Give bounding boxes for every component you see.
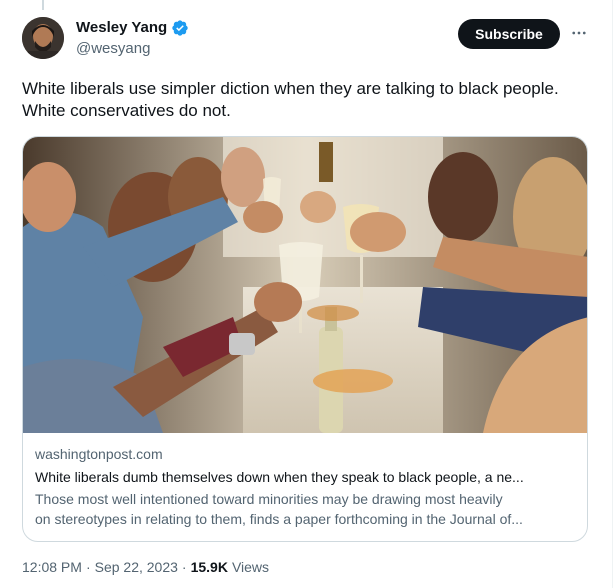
author-info: Wesley Yang @wesyang <box>76 19 189 58</box>
views-label: Views <box>231 559 270 575</box>
card-description: Those most well intentioned toward minor… <box>35 489 575 529</box>
tweet-text-line: White conservatives do not. <box>22 101 231 120</box>
card-description-line: on stereotypes in relating to them, find… <box>35 511 523 527</box>
avatar[interactable] <box>22 17 64 59</box>
card-description-line: Those most well intentioned toward minor… <box>35 491 503 507</box>
card-domain: washingtonpost.com <box>35 446 163 462</box>
meta-separator: · <box>181 559 187 575</box>
card-title: White liberals dumb themselves down when… <box>35 469 524 485</box>
tweet-time[interactable]: 12:08 PM <box>22 558 82 576</box>
subscribe-button[interactable]: Subscribe <box>458 19 560 49</box>
tweet-text-line: White liberals use simpler diction when … <box>22 79 559 98</box>
verified-badge-icon[interactable] <box>171 19 189 37</box>
link-preview-card[interactable]: washingtonpost.com White liberals dumb t… <box>22 136 588 542</box>
meta-separator: · <box>85 559 91 575</box>
card-image <box>23 137 587 433</box>
thread-line <box>42 0 44 10</box>
author-handle[interactable]: @wesyang <box>76 40 189 58</box>
more-options-icon[interactable] <box>568 22 590 44</box>
card-body: washingtonpost.com White liberals dumb t… <box>35 445 575 529</box>
tweet-meta: 12:08 PM · Sep 22, 2023 · 15.9K Views <box>22 558 269 576</box>
views-count[interactable]: 15.9K <box>191 558 228 576</box>
tweet-text: White liberals use simpler diction when … <box>22 78 592 122</box>
author-name[interactable]: Wesley Yang <box>76 19 167 37</box>
tweet-container: Wesley Yang @wesyang Subscribe White lib… <box>0 0 613 588</box>
tweet-date[interactable]: Sep 22, 2023 <box>95 558 178 576</box>
